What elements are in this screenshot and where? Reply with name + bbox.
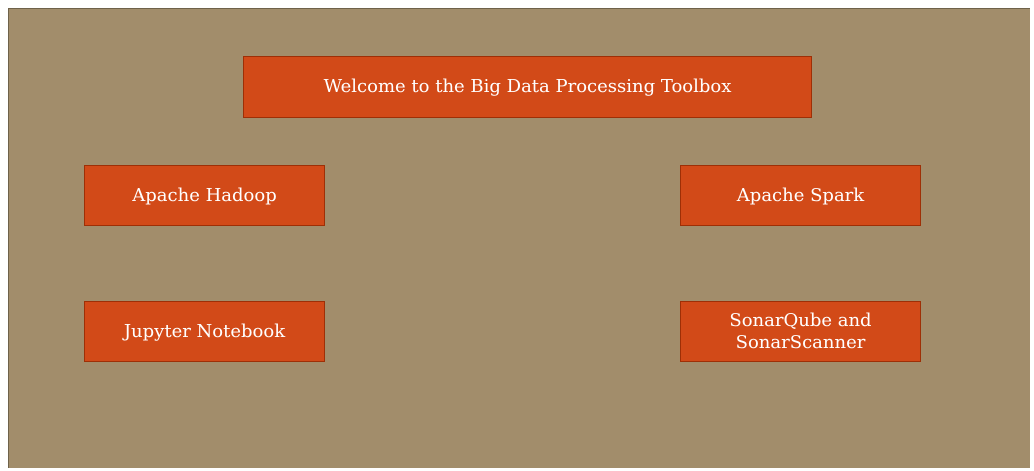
apache-hadoop-label: Apache Hadoop <box>132 184 277 206</box>
sonarqube-label: SonarQube and SonarScanner <box>729 310 871 354</box>
welcome-title: Welcome to the Big Data Processing Toolb… <box>243 56 812 118</box>
apache-spark-button[interactable]: Apache Spark <box>680 165 921 226</box>
apache-spark-label: Apache Spark <box>736 184 865 206</box>
jupyter-notebook-button[interactable]: Jupyter Notebook <box>84 301 325 362</box>
sonarqube-label-line1: SonarQube and <box>729 309 872 331</box>
toolbox-canvas: Welcome to the Big Data Processing Toolb… <box>8 8 1030 468</box>
apache-hadoop-button[interactable]: Apache Hadoop <box>84 165 325 226</box>
jupyter-notebook-label: Jupyter Notebook <box>123 320 286 342</box>
welcome-title-text: Welcome to the Big Data Processing Toolb… <box>323 76 732 97</box>
sonarqube-label-line2: SonarScanner <box>735 331 866 353</box>
sonarqube-sonarscanner-button[interactable]: SonarQube and SonarScanner <box>680 301 921 362</box>
